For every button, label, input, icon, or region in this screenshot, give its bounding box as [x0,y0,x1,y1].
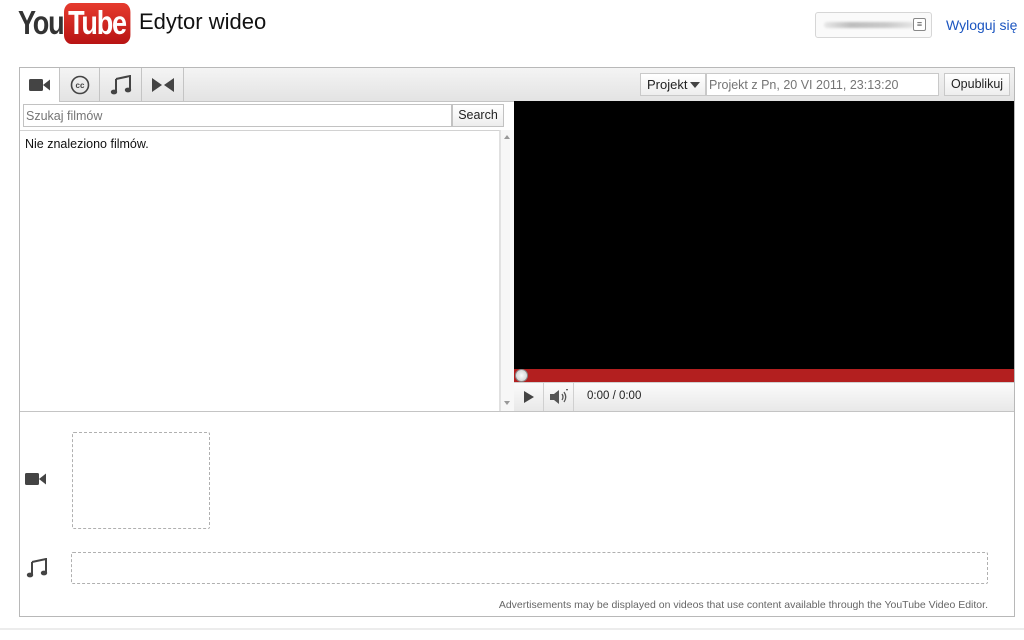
empty-results-message: Nie znaleziono filmów. [25,137,149,151]
play-icon [523,391,534,403]
video-camera-icon [25,473,46,485]
progress-scrubber[interactable] [515,369,528,382]
video-player[interactable] [514,101,1014,411]
transition-icon [151,77,174,92]
tab-video[interactable] [20,68,60,102]
player-controls: 0:00 / 0:00 [514,382,1014,411]
tab-transitions[interactable] [142,68,184,101]
page-title: Edytor wideo [139,9,267,34]
volume-icon [549,389,568,404]
time-display: 0:00 / 0:00 [587,390,642,402]
volume-button[interactable] [544,383,574,411]
search-input[interactable] [23,104,452,127]
cc-icon: cc [70,75,89,94]
ad-disclaimer: Advertisements may be displayed on video… [498,599,988,611]
account-menu[interactable]: ≡ [815,12,932,38]
timeline: Advertisements may be displayed on video… [20,411,1014,616]
video-editor: cc Projekt Opublikuj Search Nie zn [19,67,1015,617]
account-name-blurred [824,22,914,28]
chevron-down-icon[interactable]: ≡ [913,18,926,31]
publish-button[interactable]: Opublikuj [944,73,1010,96]
video-track-icon [25,472,47,491]
video-drop-zone[interactable] [72,432,210,529]
audio-track-icon [26,557,48,583]
music-note-icon [26,557,48,578]
tab-captions[interactable]: cc [60,68,100,101]
project-name-input[interactable] [706,73,939,96]
progress-bar[interactable] [514,369,1014,382]
audio-drop-zone[interactable] [71,552,988,584]
editor-toolbar: cc Projekt Opublikuj [20,68,1014,102]
page-divider [0,628,1024,630]
video-camera-icon [28,79,50,91]
logo-you-text: You [18,4,65,41]
tab-audio[interactable] [100,68,142,101]
caret-down-icon [690,82,700,88]
search-results-list: Nie znaleziono filmów. [20,130,500,411]
youtube-logo[interactable]: You Tube [18,2,145,44]
scroll-down-icon[interactable] [504,401,510,405]
project-dropdown[interactable]: Projekt [640,73,706,96]
results-scrollbar[interactable] [500,130,514,411]
search-button[interactable]: Search [452,104,504,127]
play-button[interactable] [514,383,544,411]
project-dropdown-label: Projekt [647,77,688,92]
music-note-icon [110,74,131,94]
scroll-up-icon[interactable] [504,135,510,139]
logo-tube-text: Tube [64,2,131,44]
svg-text:cc: cc [75,81,84,90]
signout-link[interactable]: Wyloguj się [946,17,1017,33]
